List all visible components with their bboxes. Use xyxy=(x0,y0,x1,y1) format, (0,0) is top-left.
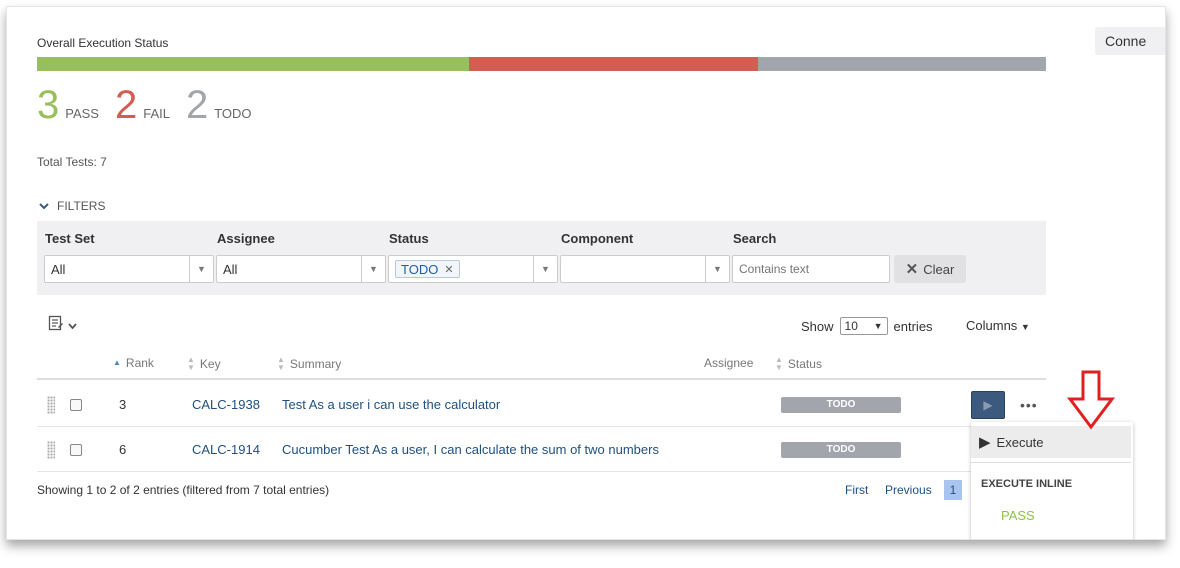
execution-progress-bar xyxy=(37,57,1046,71)
clear-filters-button[interactable]: ✕ Clear xyxy=(894,255,966,283)
assignee-label: Assignee xyxy=(217,231,275,246)
fail-count-number: 2 xyxy=(114,83,138,127)
test-set-value: All xyxy=(51,261,66,277)
close-icon: ✕ xyxy=(905,261,919,278)
dropdown-arrow-icon: ▼ xyxy=(361,256,385,282)
caret-down-icon: ▼ xyxy=(873,321,883,331)
rank-header-label: Rank xyxy=(125,356,154,370)
assignee-header-label: Assignee xyxy=(704,356,754,370)
chevron-down-icon xyxy=(68,317,77,335)
dropdown-arrow-icon: ▼ xyxy=(705,256,729,282)
down-arrow-annotation-icon xyxy=(1067,370,1115,430)
pass-menu-item[interactable]: PASS xyxy=(1001,508,1035,523)
execution-status-title: Overall Execution Status xyxy=(37,36,169,50)
fail-count: 2 FAIL xyxy=(115,83,170,127)
page-size-control: Show 10 ▼ entries xyxy=(801,317,933,335)
execute-menu-label: Execute xyxy=(996,434,1044,450)
todo-count-number: 2 xyxy=(185,83,209,127)
execute-button[interactable]: ▶ xyxy=(971,390,1005,419)
table-info: Showing 1 to 2 of 2 entries (filtered fr… xyxy=(37,483,330,497)
first-page-link[interactable]: First xyxy=(845,483,868,497)
list-doc-icon xyxy=(48,315,64,336)
pass-count-label: PASS xyxy=(65,106,99,121)
table-header: ▲ Rank ▲ ▼ Key ▲ ▼ Summary Assignee ▲ ▼ Sta… xyxy=(37,347,1046,380)
filters-toggle[interactable]: FILTERS xyxy=(37,199,105,213)
component-label: Component xyxy=(561,231,634,246)
chevron-down-icon xyxy=(37,199,51,213)
summary-column-header[interactable]: ▲ ▼ Summary xyxy=(277,356,341,372)
play-icon: ▶ xyxy=(979,434,991,451)
test-execution-panel: Conne Overall Execution Status 3 PASS 2 … xyxy=(6,6,1166,540)
table-row[interactable]: 6 CALC-1914 Cucumber Test As a user, I c… xyxy=(37,427,1046,472)
rank-cell: 3 xyxy=(119,397,127,412)
key-header-label: Key xyxy=(199,357,221,371)
summary-link[interactable]: Test As a user i can use the calculator xyxy=(282,382,500,427)
fail-count-label: FAIL xyxy=(143,106,170,121)
search-label: Search xyxy=(733,231,777,246)
row-checkbox[interactable] xyxy=(70,398,82,411)
page-1-button[interactable]: 1 xyxy=(944,480,962,500)
status-select[interactable]: TODO ✕ ▼ xyxy=(388,255,558,283)
menu-divider xyxy=(971,462,1131,463)
drag-handle-icon[interactable] xyxy=(47,395,55,414)
show-label: Show xyxy=(801,318,834,334)
assignee-select[interactable]: All ▼ xyxy=(216,255,386,283)
columns-button[interactable]: Columns ▼ xyxy=(966,318,1030,333)
key-link[interactable]: CALC-1938 xyxy=(192,382,260,427)
progress-segment-fail xyxy=(469,57,758,71)
sort-asc-icon: ▲ xyxy=(113,358,121,367)
sort-icon: ▲ ▼ xyxy=(277,355,285,372)
summary-header-label: Summary xyxy=(289,357,342,371)
export-menu-button[interactable] xyxy=(48,315,77,336)
status-counts: 3 PASS 2 FAIL 2 TODO xyxy=(37,83,268,127)
assignee-value: All xyxy=(223,261,238,277)
sort-icon: ▲ ▼ xyxy=(187,355,195,372)
search-input[interactable] xyxy=(732,255,890,283)
test-set-select[interactable]: All ▼ xyxy=(44,255,214,283)
row-checkbox[interactable] xyxy=(70,443,82,456)
page-size-select[interactable]: 10 ▼ xyxy=(839,317,888,335)
status-filter-tag[interactable]: TODO ✕ xyxy=(395,260,460,278)
sort-icon: ▲ ▼ xyxy=(775,355,783,372)
todo-count: 2 TODO xyxy=(186,83,252,127)
status-badge: TODO xyxy=(781,396,901,413)
filter-panel: Test Set All ▼ Assignee All ▼ Status TOD… xyxy=(37,221,1046,295)
clear-label: Clear xyxy=(923,261,955,277)
filters-toggle-label: FILTERS xyxy=(57,199,106,213)
entries-label: entries xyxy=(893,318,933,334)
test-set-label: Test Set xyxy=(45,231,95,246)
caret-down-icon: ▼ xyxy=(1020,322,1030,332)
previous-page-link[interactable]: Previous xyxy=(885,483,932,497)
table-row[interactable]: 3 CALC-1938 Test As a user i can use the… xyxy=(37,382,1046,427)
remove-tag-icon[interactable]: ✕ xyxy=(444,263,453,276)
more-actions-icon[interactable]: ••• xyxy=(1020,397,1038,413)
total-tests: Total Tests: 7 xyxy=(37,155,107,169)
status-label: Status xyxy=(389,231,429,246)
drag-handle-icon[interactable] xyxy=(47,440,55,459)
pass-count: 3 PASS xyxy=(37,83,99,127)
connect-button[interactable]: Conne xyxy=(1095,27,1165,55)
progress-segment-pass xyxy=(37,57,470,71)
component-select[interactable]: ▼ xyxy=(560,255,730,283)
progress-segment-todo xyxy=(757,57,1046,71)
key-link[interactable]: CALC-1914 xyxy=(192,427,260,472)
execute-inline-heading: EXECUTE INLINE xyxy=(981,478,1073,490)
columns-label: Columns xyxy=(966,318,1018,333)
assignee-column-header[interactable]: Assignee xyxy=(704,356,753,370)
execute-dropdown-menu: ▶ Execute EXECUTE INLINE PASS xyxy=(971,422,1133,539)
dropdown-arrow-icon: ▼ xyxy=(533,256,557,282)
dropdown-arrow-icon: ▼ xyxy=(189,256,213,282)
rank-cell: 6 xyxy=(119,442,127,457)
status-filter-tag-label: TODO xyxy=(401,261,439,277)
pass-count-number: 3 xyxy=(37,83,60,127)
summary-link[interactable]: Cucumber Test As a user, I can calculate… xyxy=(282,427,659,472)
status-column-header[interactable]: ▲ ▼ Status xyxy=(775,356,822,372)
page-size-value: 10 xyxy=(844,319,858,333)
todo-count-label: TODO xyxy=(214,106,252,121)
rank-column-header[interactable]: ▲ Rank xyxy=(113,356,154,370)
play-icon: ▶ xyxy=(983,397,993,412)
status-header-label: Status xyxy=(787,357,822,371)
key-column-header[interactable]: ▲ ▼ Key xyxy=(187,356,221,372)
status-badge: TODO xyxy=(781,441,901,458)
